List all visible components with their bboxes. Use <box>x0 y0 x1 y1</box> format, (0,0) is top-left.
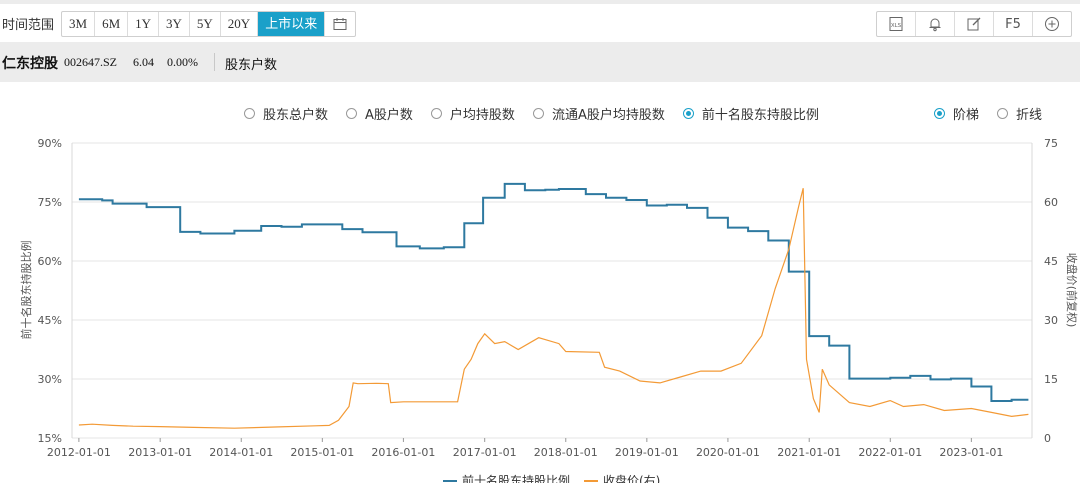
range-3m-button[interactable]: 3M <box>62 12 96 36</box>
bell-icon[interactable] <box>916 12 955 36</box>
x-tick-label: 2022-01-01 <box>858 446 922 459</box>
radio-dot <box>997 107 1009 119</box>
legend-label-ratio: 前十名股东持股比例 <box>462 473 570 483</box>
plus-circle-icon[interactable] <box>1033 12 1071 36</box>
radio-top10-ratio[interactable]: 前十名股东持股比例 <box>682 104 819 123</box>
edit-icon[interactable] <box>955 12 994 36</box>
y-right-tick-label: 15 <box>1044 373 1058 386</box>
f5-refresh-button[interactable]: F5 <box>994 12 1033 36</box>
radio-dot <box>346 107 358 119</box>
x-tick-label: 2012-01-01 <box>47 446 111 459</box>
radio-label: 折线 <box>1016 107 1043 123</box>
x-tick-label: 2014-01-01 <box>209 446 273 459</box>
radio-label: A股户数 <box>365 107 413 123</box>
x-tick-label: 2015-01-01 <box>290 446 354 459</box>
radio-label: 前十名股东持股比例 <box>701 107 819 123</box>
y-left-tick-label: 15% <box>38 432 62 445</box>
y-left-tick-label: 60% <box>38 255 62 268</box>
legend-label-price: 收盘价(右) <box>603 473 660 483</box>
right-axis-label: 收盘价(前复权) <box>1065 253 1079 328</box>
radio-line-style[interactable]: 折线 <box>997 104 1042 123</box>
time-range-label: 时间范围 <box>2 18 55 33</box>
radio-dot <box>430 107 442 119</box>
stock-info-bar: 仁东控股 002647.SZ 6.04 0.00% 股东户数 <box>0 42 1080 82</box>
range-20y-button[interactable]: 20Y <box>221 12 259 36</box>
x-tick-label: 2020-01-01 <box>696 446 760 459</box>
x-tick-label: 2016-01-01 <box>371 446 435 459</box>
range-since-listing-button[interactable]: 上市以来 <box>258 12 326 36</box>
section-title: 股东户数 <box>225 58 278 73</box>
y-right-tick-label: 60 <box>1044 196 1058 209</box>
y-right-tick-label: 75 <box>1044 137 1058 150</box>
x-tick-label: 2013-01-01 <box>128 446 192 459</box>
radio-total-holders[interactable]: 股东总户数 <box>244 104 328 123</box>
stock-price: 6.04 <box>133 55 154 69</box>
toolbar: 时间范围 3M 6M 1Y 3Y 5Y 20Y 上市以来 XLS F5 <box>0 0 1080 42</box>
y-right-tick-label: 0 <box>1044 432 1051 445</box>
range-5y-button[interactable]: 5Y <box>190 12 221 36</box>
radio-label: 户均持股数 <box>449 107 515 123</box>
radio-float-avg-holding[interactable]: 流通A股户均持股数 <box>532 104 665 123</box>
x-tick-label: 2023-01-01 <box>939 446 1003 459</box>
range-3y-button[interactable]: 3Y <box>159 12 190 36</box>
radio-step-style[interactable]: 阶梯 <box>934 104 979 123</box>
legend: 前十名股东持股比例 收盘价(右) <box>443 473 660 483</box>
y-left-tick-label: 75% <box>38 196 62 209</box>
stock-change: 0.00% <box>167 55 198 69</box>
stock-code: 002647.SZ <box>64 55 118 69</box>
radio-dot <box>532 107 544 119</box>
grid-lines <box>71 142 1033 439</box>
holding-ratio-step-line <box>78 182 1029 402</box>
svg-text:XLS: XLS <box>891 23 902 29</box>
radio-label: 流通A股户均持股数 <box>551 107 665 123</box>
y-left-tick-label: 45% <box>38 314 62 327</box>
metric-options: 股东总户数 A股户数 户均持股数 流通A股户均持股数 前十名股东持股比例 <box>244 104 837 123</box>
calendar-icon[interactable] <box>325 12 355 36</box>
close-price-line <box>78 188 1029 429</box>
x-tick-label: 2018-01-01 <box>534 446 598 459</box>
axis-ticks: 15% 0 30% 15 45% 30 60% 45 75% 60 90% 75 2012-01-01 2… <box>38 137 1058 459</box>
y-right-tick-label: 45 <box>1044 255 1058 268</box>
y-right-tick-label: 30 <box>1044 314 1058 327</box>
radio-label: 股东总户数 <box>263 107 329 123</box>
xls-icon[interactable]: XLS <box>877 12 916 36</box>
left-axis-label: 前十名股东持股比例 <box>19 241 33 340</box>
y-left-tick-label: 90% <box>38 137 62 150</box>
divider <box>214 53 215 71</box>
style-options: 阶梯 折线 <box>934 104 1042 123</box>
radio-label: 阶梯 <box>953 107 980 123</box>
range-1y-button[interactable]: 1Y <box>128 12 160 36</box>
x-tick-label: 2019-01-01 <box>615 446 679 459</box>
stock-name: 仁东控股 <box>2 56 58 72</box>
radio-dot <box>682 107 694 119</box>
radio-dot <box>934 107 945 119</box>
range-button-group: 3M 6M 1Y 3Y 5Y 20Y 上市以来 <box>61 11 357 37</box>
radio-dot <box>244 107 255 119</box>
x-tick-label: 2021-01-01 <box>777 446 841 459</box>
range-6m-button[interactable]: 6M <box>95 12 129 36</box>
tool-button-group: XLS F5 <box>876 11 1072 37</box>
radio-a-share-holders[interactable]: A股户数 <box>346 104 413 123</box>
x-tick-label: 2017-01-01 <box>453 446 517 459</box>
series-lines <box>78 182 1029 429</box>
radio-avg-holding[interactable]: 户均持股数 <box>430 104 515 123</box>
y-left-tick-label: 30% <box>38 373 62 386</box>
